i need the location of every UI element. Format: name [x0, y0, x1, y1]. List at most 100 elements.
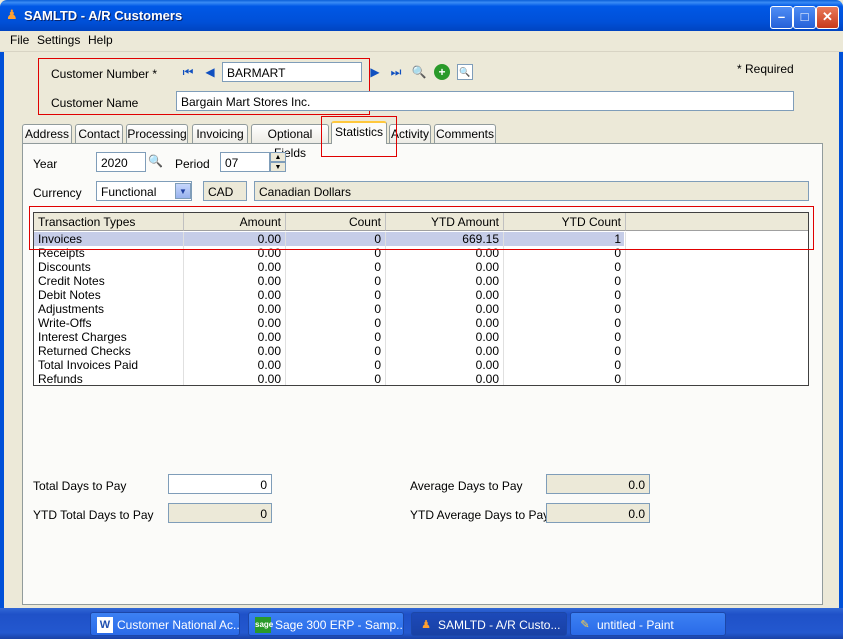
taskbar-item-ar-customers[interactable]: ♟ SAMLTD - A/R Custo... [411, 612, 567, 636]
taskbar-item-sage[interactable]: sage Sage 300 ERP - Samp... [248, 612, 404, 636]
grid-cell-ytd-amount: 0.00 [386, 372, 504, 385]
taskbar-item-label: untitled - Paint [597, 618, 674, 632]
period-input[interactable]: 07 [220, 152, 270, 172]
next-record-icon[interactable]: ▶ [367, 64, 383, 80]
grid-cell-ytd-count: 0 [504, 344, 626, 358]
grid-cell-amount: 0.00 [184, 288, 286, 302]
currency-description: Canadian Dollars [254, 181, 809, 201]
menu-file[interactable]: File [10, 33, 29, 47]
ytd-average-days-value: 0.0 [546, 503, 650, 523]
taskbar-item-label: SAMLTD - A/R Custo... [438, 618, 561, 632]
table-row[interactable]: Debit Notes 0.00 0 0.00 0 [34, 288, 626, 302]
grid-cell-count: 0 [286, 358, 386, 372]
year-finder-icon[interactable]: 🔍 [148, 154, 164, 170]
grid-cell-count: 0 [286, 344, 386, 358]
table-row[interactable]: Write-Offs 0.00 0 0.00 0 [34, 316, 626, 330]
customer-name-input[interactable]: Bargain Mart Stores Inc. [176, 91, 794, 111]
grid-cell-ytd-amount: 0.00 [386, 358, 504, 372]
grid-cell-ytd-count: 0 [504, 316, 626, 330]
customer-icon: ♟ [6, 7, 18, 22]
required-note: * Required [737, 62, 794, 76]
table-row[interactable]: Discounts 0.00 0 0.00 0 [34, 260, 626, 274]
menu-bar [0, 31, 843, 52]
year-input[interactable]: 2020 [96, 152, 146, 172]
last-record-icon[interactable]: ⏭ [388, 64, 404, 80]
table-row[interactable]: Returned Checks 0.00 0 0.00 0 [34, 344, 626, 358]
window-title: SAMLTD - A/R Customers [24, 8, 183, 23]
maximize-button[interactable]: □ [793, 6, 816, 29]
grid-cell-transaction-types: Discounts [34, 260, 184, 274]
tab-contact[interactable]: Contact [75, 124, 123, 143]
period-spin-up[interactable]: ▲ [270, 152, 286, 162]
grid-cell-transaction-types: Refunds [34, 372, 184, 385]
grid-cell-amount: 0.00 [184, 358, 286, 372]
grid-cell-ytd-count: 0 [504, 302, 626, 316]
grid-cell-count: 0 [286, 372, 386, 385]
table-row[interactable]: Refunds 0.00 0 0.00 0 [34, 372, 626, 385]
ytd-total-days-label: YTD Total Days to Pay [33, 508, 154, 522]
taskbar-item-word[interactable]: W Customer National Ac... [90, 612, 240, 636]
new-icon[interactable]: + [434, 64, 450, 80]
grid-cell-transaction-types: Write-Offs [34, 316, 184, 330]
window-frame-right [839, 31, 843, 608]
tab-invoicing[interactable]: Invoicing [192, 124, 248, 143]
year-label: Year [33, 157, 58, 171]
grid-cell-transaction-types: Debit Notes [34, 288, 184, 302]
menu-settings[interactable]: Settings [37, 33, 80, 47]
grid-cell-ytd-count: 0 [504, 260, 626, 274]
taskbar-item-paint[interactable]: ✎ untitled - Paint [570, 612, 726, 636]
grid-cell-ytd-amount: 0.00 [386, 288, 504, 302]
grid-cell-ytd-count: 0 [504, 358, 626, 372]
statistics-highlight-box [321, 116, 397, 157]
finder-icon[interactable]: 🔍 [411, 64, 427, 80]
close-button[interactable]: ✕ [816, 6, 839, 29]
customer-number-input[interactable]: BARMART [222, 62, 362, 82]
grid-cell-amount: 0.00 [184, 330, 286, 344]
ytd-total-days-value: 0 [168, 503, 272, 523]
table-row[interactable]: Adjustments 0.00 0 0.00 0 [34, 302, 626, 316]
currency-label: Currency [33, 186, 82, 200]
grid-cell-ytd-amount: 0.00 [386, 330, 504, 344]
table-row[interactable]: Credit Notes 0.00 0 0.00 0 [34, 274, 626, 288]
customer-icon: ♟ [421, 619, 431, 631]
grid-cell-ytd-amount: 0.00 [386, 260, 504, 274]
grid-cell-amount: 0.00 [184, 344, 286, 358]
grid-cell-ytd-count: 0 [504, 372, 626, 385]
period-spin-down[interactable]: ▼ [270, 162, 286, 172]
grid-cell-transaction-types: Adjustments [34, 302, 184, 316]
tab-optional-fields[interactable]: Optional Fields [251, 124, 329, 160]
menu-help[interactable]: Help [88, 33, 113, 47]
zoom-icon[interactable]: 🔍 [457, 64, 473, 80]
word-icon: W [97, 617, 113, 633]
grid-cell-count: 0 [286, 288, 386, 302]
customer-name-label: Customer Name [51, 96, 139, 110]
period-label: Period [175, 157, 210, 171]
table-row[interactable]: Total Invoices Paid 0.00 0 0.00 0 [34, 358, 626, 372]
grid-cell-transaction-types: Interest Charges [34, 330, 184, 344]
average-days-value: 0.0 [546, 474, 650, 494]
minimize-button[interactable]: – [770, 6, 793, 29]
total-days-label: Total Days to Pay [33, 479, 127, 493]
grid-cell-amount: 0.00 [184, 316, 286, 330]
total-days-input[interactable]: 0 [168, 474, 272, 494]
grid-cell-transaction-types: Total Invoices Paid [34, 358, 184, 372]
tab-processing[interactable]: Processing [126, 124, 188, 143]
grid-cell-transaction-types: Credit Notes [34, 274, 184, 288]
customer-number-label: Customer Number * [51, 67, 158, 81]
previous-record-icon[interactable]: ◀ [202, 64, 218, 80]
invoices-highlight-box [29, 206, 814, 250]
grid-cell-transaction-types: Returned Checks [34, 344, 184, 358]
tab-comments[interactable]: Comments [434, 124, 496, 143]
grid-cell-ytd-amount: 0.00 [386, 274, 504, 288]
grid-cell-ytd-amount: 0.00 [386, 316, 504, 330]
grid-cell-count: 0 [286, 330, 386, 344]
first-record-icon[interactable]: ⏮ [180, 64, 196, 80]
taskbar-item-label: Sage 300 ERP - Samp... [275, 618, 404, 632]
chevron-down-icon[interactable]: ▼ [175, 183, 191, 199]
ytd-average-days-label: YTD Average Days to Pay [410, 508, 550, 522]
table-row[interactable]: Interest Charges 0.00 0 0.00 0 [34, 330, 626, 344]
grid-cell-count: 0 [286, 260, 386, 274]
grid-cell-amount: 0.00 [184, 302, 286, 316]
grid-cell-count: 0 [286, 316, 386, 330]
tab-address[interactable]: Address [22, 124, 72, 143]
